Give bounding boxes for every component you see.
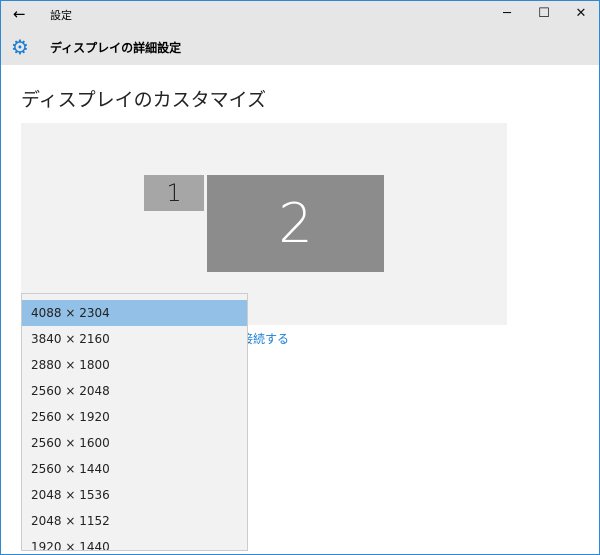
gear-icon: ⚙ [11,35,29,59]
resolution-option[interactable]: 4088 × 2304 [22,300,247,326]
monitor-2[interactable]: 2 [207,175,384,272]
close-button[interactable]: ✕ [564,3,598,25]
monitor-1[interactable]: 1 [144,175,204,211]
title-bar: ← 設定 ─ ☐ ✕ ⚙ ディスプレイの詳細設定 [1,1,599,65]
resolution-option[interactable]: 3840 × 2160 [22,326,247,352]
resolution-option[interactable]: 2880 × 1800 [22,352,247,378]
app-title: 設定 [50,9,72,22]
resolution-option[interactable]: 2560 × 1920 [22,404,247,430]
maximize-button[interactable]: ☐ [527,3,561,25]
resolution-option[interactable]: 2048 × 1152 [22,508,247,534]
resolution-option[interactable]: 2048 × 1536 [22,482,247,508]
minimize-button[interactable]: ─ [490,3,524,25]
resolution-option[interactable]: 2560 × 2048 [22,378,247,404]
resolution-dropdown-list[interactable]: 4088 × 2304 3840 × 2160 2880 × 1800 2560… [21,293,248,551]
resolution-option[interactable]: 1920 × 1440 [22,534,247,550]
back-arrow-icon[interactable]: ← [13,5,26,23]
section-heading: ディスプレイのカスタマイズ [21,89,267,111]
resolution-option[interactable]: 2560 × 1600 [22,430,247,456]
resolution-option[interactable]: 2560 × 1440 [22,456,247,482]
settings-window: ← 設定 ─ ☐ ✕ ⚙ ディスプレイの詳細設定 ディスプレイのカスタマイズ 1… [0,0,600,555]
page-title: ディスプレイの詳細設定 [50,41,182,55]
